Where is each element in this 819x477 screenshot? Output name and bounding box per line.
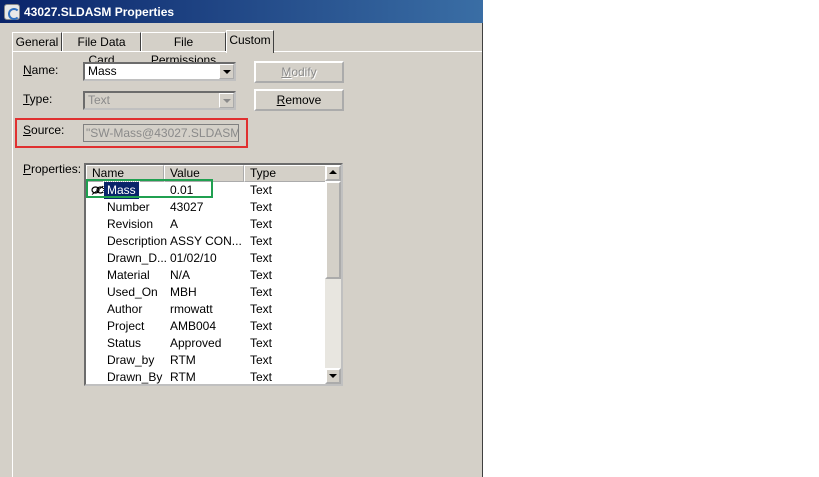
cell-value: 01/02/10 (170, 251, 217, 265)
table-row[interactable]: Drawn_By RTM Text (86, 369, 326, 384)
cell-value: rmowatt (170, 302, 213, 316)
cell-type: Text (250, 302, 273, 316)
cell-value: 43027 (170, 200, 204, 214)
remove-button[interactable]: Remove (254, 89, 344, 111)
cell-name: Drawn_By (107, 370, 163, 384)
cell-name: Material (107, 268, 150, 282)
tab-file-permissions[interactable]: File Permissions (141, 32, 226, 67)
window-title: 43027.SLDASM Properties (24, 4, 175, 19)
cell-type: Text (250, 217, 273, 231)
table-row[interactable]: Number 43027 Text (86, 199, 326, 216)
properties-dialog: 43027.SLDASM Properties General File Dat… (0, 0, 483, 477)
cell-name: Number (107, 200, 150, 214)
cell-type: Text (250, 319, 273, 333)
vertical-scrollbar[interactable] (325, 165, 341, 384)
table-row[interactable]: Used_On MBH Text (86, 284, 326, 301)
cell-name: Draw_by (107, 353, 155, 367)
type-combobox[interactable]: Text (83, 91, 236, 110)
scroll-up-icon[interactable] (325, 165, 341, 181)
tab-file-data-card[interactable]: File Data Card (62, 32, 141, 67)
name-label: Name: (23, 63, 59, 77)
table-row[interactable]: Revision A Text (86, 216, 326, 233)
cell-name: Description (107, 234, 168, 248)
properties-label: Properties: (23, 162, 82, 176)
cell-name: Project (107, 319, 145, 333)
table-row[interactable]: Description ASSY CON... Text (86, 233, 326, 250)
cell-value: MBH (170, 285, 197, 299)
cell-name: Revision (107, 217, 154, 231)
title-bar[interactable]: 43027.SLDASM Properties (0, 0, 483, 23)
tab-custom[interactable]: Custom (226, 30, 274, 53)
cell-name: Drawn_D... (107, 251, 168, 265)
name-combobox[interactable]: Mass (83, 62, 236, 81)
cell-type: Text (250, 200, 273, 214)
cell-value: N/A (170, 268, 191, 282)
mass-row-highlight-annotation (86, 179, 213, 198)
cell-type: Text (250, 268, 273, 282)
scroll-down-icon[interactable] (325, 368, 341, 384)
tab-general[interactable]: General (12, 32, 62, 52)
chevron-down-icon[interactable] (219, 64, 234, 79)
column-header-type[interactable]: Type (244, 165, 326, 182)
cell-type: Text (250, 353, 273, 367)
cell-type: Text (250, 336, 273, 350)
cell-type: Text (250, 183, 273, 197)
cell-name: Status (107, 336, 142, 350)
type-value: Text (88, 93, 111, 107)
source-highlight-annotation (15, 118, 248, 148)
table-row[interactable]: Draw_by RTM Text (86, 352, 326, 369)
cell-value: ASSY CON... (170, 234, 242, 248)
modify-button[interactable]: Modify (254, 61, 344, 83)
table-row[interactable]: Project AMB004 Text (86, 318, 326, 335)
table-row[interactable]: Drawn_D... 01/02/10 Text (86, 250, 326, 267)
cell-type: Text (250, 370, 273, 384)
type-label: Type: (23, 92, 53, 106)
cell-type: Text (250, 251, 273, 265)
table-row[interactable]: Status Approved Text (86, 335, 326, 352)
cell-value: RTM (170, 353, 196, 367)
solidworks-icon (4, 3, 20, 20)
chevron-down-icon[interactable] (219, 93, 234, 108)
cell-type: Text (250, 234, 273, 248)
cell-value: A (170, 217, 179, 231)
cell-name: Author (107, 302, 143, 316)
cell-type: Text (250, 285, 273, 299)
cell-value: AMB004 (170, 319, 217, 333)
cell-name: Used_On (107, 285, 158, 299)
table-row[interactable]: Material N/A Text (86, 267, 326, 284)
name-value: Mass (88, 64, 117, 78)
cell-value: RTM (170, 370, 196, 384)
cell-value: Approved (170, 336, 222, 350)
scroll-thumb[interactable] (325, 181, 341, 279)
table-row[interactable]: Author rmowatt Text (86, 301, 326, 318)
